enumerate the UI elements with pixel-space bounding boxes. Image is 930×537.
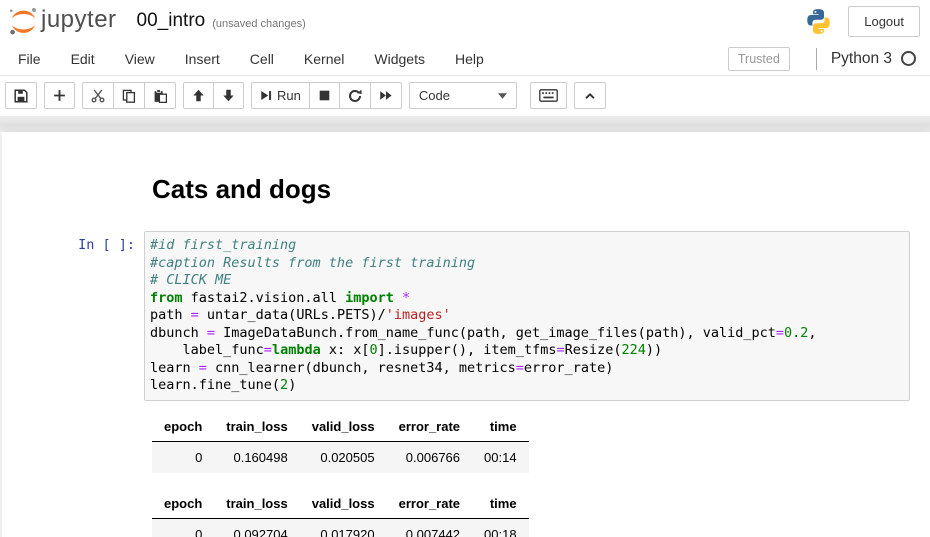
move-cell-down-button[interactable] [213, 82, 244, 109]
table-cell: 00:18 [472, 518, 529, 537]
logout-button[interactable]: Logout [848, 6, 920, 37]
restart-run-all-button[interactable] [370, 82, 402, 109]
command-palette-keyboard-icon [539, 89, 558, 102]
table-header: time [472, 413, 529, 442]
table-header: time [472, 490, 529, 519]
menu-item-insert[interactable]: Insert [170, 44, 235, 74]
cut-cell-button[interactable] [82, 82, 114, 109]
notebook-container: Cats and dogs In [ ]: #id first_training… [2, 132, 930, 537]
table-cell: 0.092704 [214, 518, 299, 537]
table-cell: 0.017920 [300, 518, 387, 537]
run-label: Run [277, 88, 301, 103]
menu-item-view[interactable]: View [110, 44, 170, 74]
table-header: epoch [152, 413, 214, 442]
step-forward-icon [260, 89, 272, 102]
save-icon [14, 89, 28, 103]
copy-cell-button[interactable] [113, 82, 145, 109]
move-cell-down-icon [222, 89, 235, 102]
training-results-table: epochtrain_lossvalid_losserror_ratetime0… [152, 413, 529, 473]
code-line: dbunch = ImageDataBunch.from_name_func(p… [150, 325, 904, 343]
input-prompt: In [ ]: [2, 231, 144, 401]
kernel-name: Python 3 [831, 50, 892, 68]
caret-down-icon [498, 93, 507, 99]
table-cell: 0 [152, 441, 214, 473]
table-row: 00.1604980.0205050.00676600:14 [152, 441, 529, 473]
code-line: learn.fine_tune(2) [150, 377, 904, 395]
table-header: train_loss [214, 413, 299, 442]
table-header: error_rate [387, 490, 472, 519]
code-editor[interactable]: #id first_training#caption Results from … [144, 231, 910, 401]
command-palette-button[interactable] [530, 82, 567, 109]
code-line: label_func=lambda x: x[0].isupper(), ite… [150, 342, 904, 360]
code-line: #caption Results from the first training [150, 255, 904, 273]
code-line: #id first_training [150, 237, 904, 255]
table-header: epoch [152, 490, 214, 519]
interrupt-kernel-button[interactable] [309, 82, 340, 109]
trusted-button[interactable]: Trusted [728, 47, 790, 71]
table-header: train_loss [214, 490, 299, 519]
jupyter-logo-text: jupyter [41, 6, 117, 34]
cut-cell-icon [91, 89, 105, 103]
table-cell: 0.006766 [387, 441, 472, 473]
training-results-table: epochtrain_lossvalid_losserror_ratetime0… [152, 490, 529, 537]
table-row: 00.0927040.0179200.00744200:18 [152, 518, 529, 537]
run-cell-button[interactable]: Run [251, 82, 310, 109]
output-content: epochtrain_lossvalid_losserror_ratetime0… [144, 413, 529, 537]
restart-kernel-icon [348, 89, 362, 103]
table-cell: 0 [152, 518, 214, 537]
menu-item-edit[interactable]: Edit [56, 44, 110, 74]
restart-run-all-icon [379, 89, 393, 102]
copy-cell-icon [122, 89, 136, 103]
code-line: learn = cnn_learner(dbunch, resnet34, me… [150, 360, 904, 378]
interrupt-kernel-icon [318, 89, 331, 102]
save-status-text: (unsaved changes) [212, 13, 306, 30]
markdown-heading: Cats and dogs [152, 174, 910, 205]
table-cell: 00:14 [472, 441, 529, 473]
code-line: from fastai2.vision.all import * [150, 290, 904, 308]
jupyter-logo[interactable]: jupyter [8, 6, 117, 37]
menu-item-file[interactable]: File [3, 44, 56, 74]
table-cell: 0.020505 [300, 441, 387, 473]
menu-item-widgets[interactable]: Widgets [359, 44, 440, 74]
restart-kernel-button[interactable] [339, 82, 371, 109]
python-logo-icon [805, 8, 832, 35]
collapse-toolbar-button[interactable] [574, 82, 606, 109]
menu-items: FileEditViewInsertCellKernelWidgetsHelp [3, 44, 499, 74]
paste-cell-button[interactable] [144, 82, 176, 109]
add-cell-button[interactable] [44, 82, 75, 109]
kernel-divider [816, 48, 817, 70]
code-line: path = untar_data(URLs.PETS)/'images' [150, 307, 904, 325]
kernel-idle-circle-icon [901, 51, 916, 66]
menu-item-cell[interactable]: Cell [235, 44, 289, 74]
table-cell: 0.007442 [387, 518, 472, 537]
table-cell: 0.160498 [214, 441, 299, 473]
code-cell[interactable]: In [ ]: #id first_training#caption Resul… [2, 231, 930, 401]
table-header: valid_loss [300, 490, 387, 519]
save-button[interactable] [5, 82, 37, 109]
chevron-up-icon [583, 90, 597, 102]
jupyter-swirl-icon [8, 6, 39, 37]
paste-cell-icon [153, 89, 167, 103]
output-prompt-spacer [2, 413, 144, 537]
cell-type-value: Code [419, 88, 450, 103]
cell-output-area: epochtrain_lossvalid_losserror_ratetime0… [2, 413, 930, 537]
menubar-right: Trusted Python 3 [728, 47, 916, 71]
menu-item-kernel[interactable]: Kernel [289, 44, 359, 74]
add-cell-icon [53, 89, 66, 102]
notebook-title[interactable]: 00_intro [137, 10, 206, 32]
table-header: valid_loss [300, 413, 387, 442]
cell-type-select[interactable]: Code [409, 82, 517, 109]
move-cell-up-icon [192, 89, 205, 102]
notebook-header: jupyter 00_intro (unsaved changes) Logou… [0, 0, 930, 42]
header-shadow-band [0, 116, 930, 132]
table-header: error_rate [387, 413, 472, 442]
menubar: FileEditViewInsertCellKernelWidgetsHelp … [0, 42, 930, 76]
toolbar: Run Code [0, 76, 930, 116]
menu-item-help[interactable]: Help [440, 44, 499, 74]
code-line: # CLICK ME [150, 272, 904, 290]
move-cell-up-button[interactable] [183, 82, 214, 109]
